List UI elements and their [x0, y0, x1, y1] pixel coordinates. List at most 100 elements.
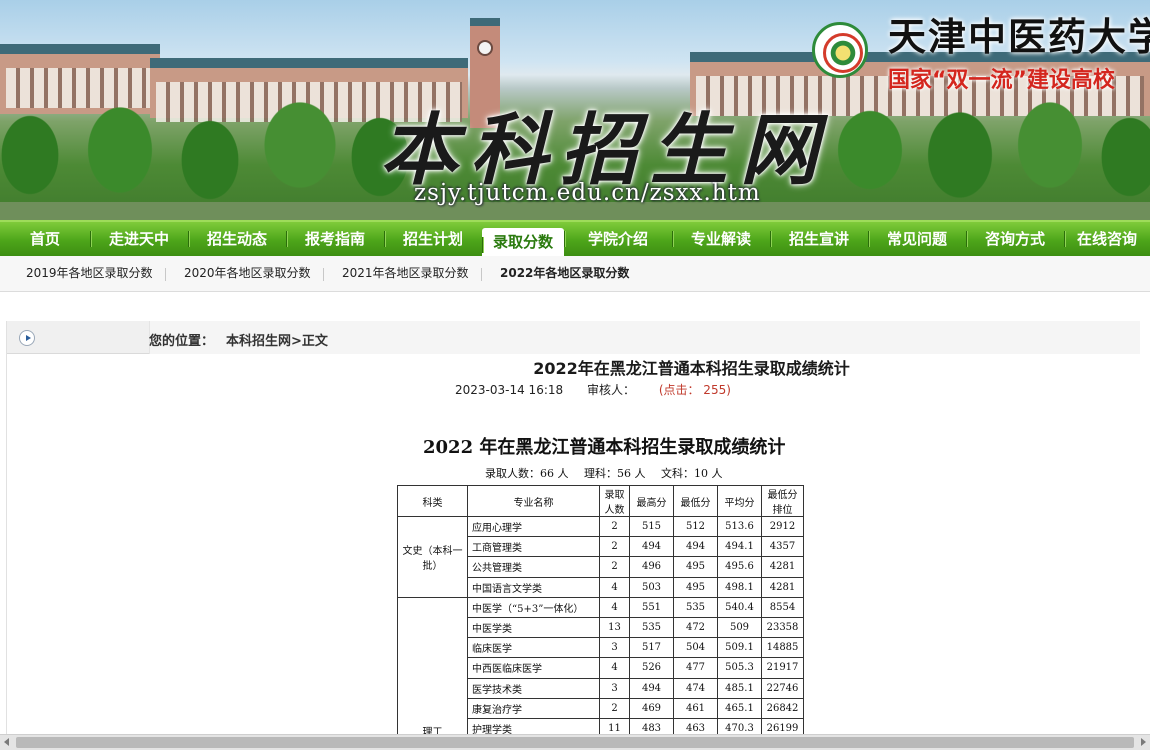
table-cell: 2: [599, 536, 630, 558]
content-topbar: 您的位置： 本科招生网>正文: [7, 321, 1140, 354]
table-cell: 472: [673, 616, 718, 639]
doc-summary: 录取人数：66 人 理科：56 人 文科：10 人: [485, 465, 735, 481]
table-cell: 14885: [761, 637, 804, 659]
subnav-divider: [165, 268, 166, 281]
nav-item-home[interactable]: 首页: [0, 222, 90, 256]
table-cell: 26842: [761, 697, 804, 719]
doc-title: 2022 年在黑龙江普通本科招生录取成绩统计: [423, 437, 786, 458]
content-panel: 您的位置： 本科招生网>正文 2022年在黑龙江普通本科招生录取成绩统计 2023…: [6, 321, 1140, 750]
major-name-cell: 应用心理学: [467, 515, 600, 538]
nav-item-contact[interactable]: 咨询方式: [966, 222, 1064, 256]
table-cell: 495: [673, 576, 718, 598]
table-cell: 465.1: [717, 697, 762, 719]
major-name-cell: 临床医学: [467, 637, 600, 659]
score-table-image: 2022 年在黑龙江普通本科招生录取成绩统计 录取人数：66 人 理科：56 人…: [393, 425, 813, 750]
arrow-right-icon[interactable]: [19, 330, 35, 346]
nav-item-promotion[interactable]: 招生宣讲: [770, 222, 868, 256]
table-cell: 540.4: [717, 596, 762, 618]
breadcrumb-path[interactable]: 本科招生网>正文: [226, 334, 328, 349]
table-cell: 495.6: [717, 556, 762, 578]
table-cell: 512: [673, 515, 718, 538]
article-title: 2022年在黑龙江普通本科招生录取成绩统计: [533, 359, 850, 378]
subnav-item-2020[interactable]: 2020年各地区录取分数: [184, 256, 311, 292]
main-nav: 首页 走进天中 招生动态 报考指南 招生计划 录取分数 学院介绍 专业解读 招生…: [0, 220, 1150, 258]
nav-item-colleges[interactable]: 学院介绍: [564, 222, 672, 256]
table-cell: 509.1: [717, 637, 762, 659]
university-logo-icon[interactable]: [812, 22, 868, 78]
table-cell: 517: [629, 637, 674, 659]
table-cell: 4281: [761, 576, 804, 598]
score-table: 科类 专业名称 录取人数 最高分 最低分 平均分 最低分排位 文史（本科一批）应…: [397, 485, 804, 736]
site-url: zsjy.tjutcm.edu.cn/zsxx.htm: [414, 180, 761, 206]
nav-item-faq[interactable]: 常见问题: [868, 222, 966, 256]
table-cell: 496: [629, 556, 674, 578]
scrollbar-thumb[interactable]: [16, 737, 1134, 748]
subnav-divider: [481, 268, 482, 281]
doc-summary-science: 理科：56 人: [584, 467, 646, 480]
table-cell: 469: [629, 697, 674, 719]
major-name-cell: 中西医临床医学: [467, 657, 600, 679]
scroll-right-icon[interactable]: [1141, 738, 1146, 746]
table-header: 平均分: [717, 485, 762, 517]
table-cell: 515: [629, 515, 674, 538]
table-header: 专业名称: [467, 485, 600, 517]
table-cell: 505.3: [717, 657, 762, 679]
major-name-cell: 工商管理类: [467, 536, 600, 558]
table-cell: 477: [673, 657, 718, 679]
score-table-clip: 2022 年在黑龙江普通本科招生录取成绩统计 录取人数：66 人 理科：56 人…: [393, 425, 813, 736]
table-cell: 3: [599, 677, 630, 699]
table-cell: 526: [629, 657, 674, 679]
table-cell: 4281: [761, 556, 804, 578]
table-cell: 4357: [761, 536, 804, 558]
table-cell: 494.1: [717, 536, 762, 558]
table-cell: 2: [599, 556, 630, 578]
subnav-item-2022[interactable]: 2022年各地区录取分数: [500, 256, 629, 292]
subnav-divider: [323, 268, 324, 281]
university-name[interactable]: 天津中医药大学: [888, 6, 1150, 61]
scroll-left-icon[interactable]: [4, 738, 9, 746]
nav-item-news[interactable]: 招生动态: [188, 222, 286, 256]
table-cell: 4: [599, 576, 630, 598]
table-header: 最高分: [629, 485, 674, 517]
sub-nav: 2019年各地区录取分数 2020年各地区录取分数 2021年各地区录取分数 2…: [0, 256, 1150, 292]
horizontal-scrollbar[interactable]: [0, 734, 1150, 750]
table-cell: 4: [599, 596, 630, 618]
nav-item-about[interactable]: 走进天中: [90, 222, 188, 256]
table-cell: 2: [599, 515, 630, 538]
subnav-item-2021[interactable]: 2021年各地区录取分数: [342, 256, 469, 292]
nav-item-majors[interactable]: 专业解读: [672, 222, 770, 256]
header-banner: 本科招生网 zsjy.tjutcm.edu.cn/zsxx.htm 天津中医药大…: [0, 0, 1150, 220]
doc-summary-total: 录取人数：66 人: [485, 467, 569, 480]
table-cell: 4: [599, 657, 630, 679]
breadcrumb-label: 您的位置：: [149, 334, 215, 349]
nav-item-plan[interactable]: 招生计划: [384, 222, 482, 256]
table-cell: 503: [629, 576, 674, 598]
nav-item-online[interactable]: 在线咨询: [1064, 222, 1150, 256]
table-cell: 2: [599, 697, 630, 719]
table-cell: 21917: [761, 657, 804, 679]
article-clicks: (点击： 255): [658, 383, 731, 397]
major-name-cell: 中国语言文学类: [467, 576, 600, 598]
table-cell: 494: [629, 677, 674, 699]
table-cell: 23358: [761, 616, 804, 639]
nav-item-guide[interactable]: 报考指南: [286, 222, 384, 256]
category-cell: 理工: [397, 596, 468, 736]
nav-item-scores[interactable]: 录取分数: [482, 228, 564, 258]
table-cell: 474: [673, 677, 718, 699]
subnav-item-2019[interactable]: 2019年各地区录取分数: [26, 256, 153, 292]
table-cell: 13: [599, 616, 630, 639]
article-date: 2023-03-14 16:18: [455, 383, 564, 397]
major-name-cell: 医学技术类: [467, 677, 600, 699]
table-body: 文史（本科一批） 应用心理学 2 515 512 513.6 2912 工商管理类 2 494 49…: [397, 515, 804, 736]
table-cell: 3: [599, 637, 630, 659]
table-cell: 535: [673, 596, 718, 618]
article-reviewer: 审核人：: [586, 383, 635, 397]
table-cell: 485.1: [717, 677, 762, 699]
table-cell: 509: [717, 616, 762, 639]
table-cell: 494: [673, 536, 718, 558]
table-cell: 498.1: [717, 576, 762, 598]
table-header-row: 科类 专业名称 录取人数 最高分 最低分 平均分 最低分排位: [397, 485, 804, 517]
table-cell: 535: [629, 616, 674, 639]
major-name-cell: 公共管理类: [467, 556, 600, 578]
table-header: 科类: [397, 485, 468, 517]
